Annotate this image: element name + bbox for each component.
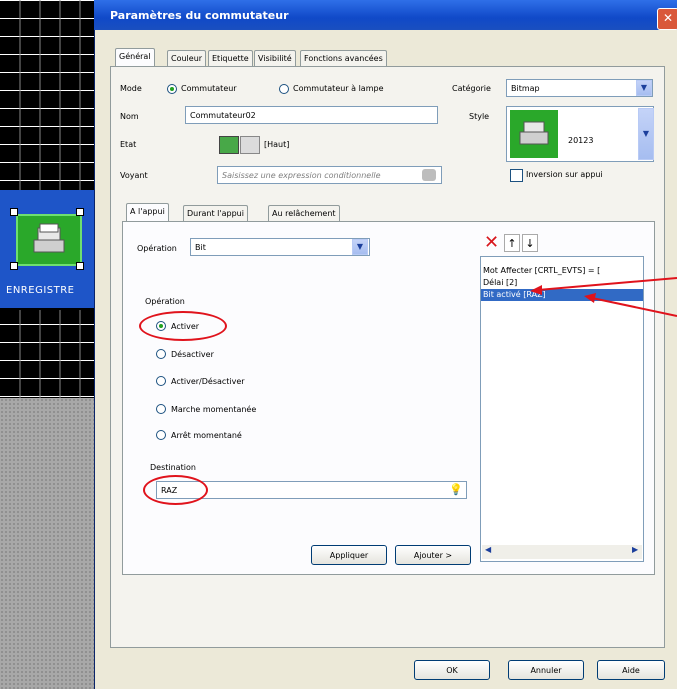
style-preview <box>510 110 558 158</box>
category-select[interactable]: Bitmap <box>506 79 653 97</box>
printer-icon <box>33 223 65 253</box>
switch-widget-icon[interactable] <box>16 214 82 266</box>
annotation-arrows <box>530 277 677 317</box>
radio-activer-desactiver[interactable] <box>156 376 166 386</box>
chevron-down-icon[interactable]: ▼ <box>352 239 368 255</box>
operation-type-label: Opération <box>137 244 177 253</box>
radio-desactiver[interactable] <box>156 349 166 359</box>
tab-general[interactable]: Général <box>115 48 155 67</box>
tab-couleur[interactable]: Couleur <box>167 50 207 67</box>
destination-label: Destination <box>150 463 196 472</box>
annotation-circle-destination <box>143 475 208 505</box>
tab-fonctions-avancees[interactable]: Fonctions avancées <box>300 50 387 67</box>
scroll-left-icon[interactable]: ◀ <box>485 545 491 554</box>
name-label: Nom <box>120 112 139 121</box>
chevron-down-icon[interactable]: ▼ <box>638 108 654 160</box>
widget-label: ENREGISTRE <box>6 285 75 296</box>
tab-visibilite[interactable]: Visibilité <box>254 50 296 67</box>
state-off-icon[interactable] <box>240 136 260 154</box>
operation-type-value: Bit <box>195 243 206 252</box>
close-icon: ✕ <box>662 11 674 25</box>
move-down-icon[interactable]: ↓ <box>522 234 538 252</box>
printer-icon <box>519 121 549 145</box>
mode-radio-lampe[interactable] <box>279 84 289 94</box>
expression-builder-icon[interactable] <box>422 169 436 181</box>
delete-icon[interactable]: ✕ <box>484 234 499 252</box>
category-value: Bitmap <box>511 84 540 93</box>
resize-handle-tr[interactable] <box>76 208 84 216</box>
category-label: Catégorie <box>452 84 491 93</box>
style-label: Style <box>469 112 490 121</box>
list-horizontal-scrollbar[interactable]: ◀ ▶ <box>482 545 642 559</box>
indicator-label: Voyant <box>120 171 148 180</box>
name-input[interactable]: Commutateur02 <box>185 106 438 124</box>
option-activer-desactiver: Activer/Désactiver <box>171 377 245 386</box>
option-marche-momentanee: Marche momentanée <box>171 405 257 414</box>
name-value: Commutateur02 <box>190 111 256 120</box>
scroll-right-icon[interactable]: ▶ <box>632 545 638 554</box>
dialog-title: Paramètres du commutateur <box>110 9 289 22</box>
resize-handle-br[interactable] <box>76 262 84 270</box>
annotation-circle-activer <box>139 311 227 341</box>
apply-button[interactable]: Appliquer <box>311 545 387 565</box>
option-arret-momentane: Arrêt momentané <box>171 431 242 440</box>
annotation-arrow-delay <box>537 277 677 291</box>
resize-handle-tl[interactable] <box>10 208 18 216</box>
mode-label: Mode <box>120 84 142 93</box>
arrow-head-icon <box>584 293 596 303</box>
invert-label: Inversion sur appui <box>526 170 603 179</box>
indicator-input[interactable]: Saisissez une expression conditionnelle <box>217 166 442 184</box>
chevron-down-icon[interactable]: ▼ <box>636 80 652 96</box>
style-value: 20123 <box>568 136 594 145</box>
option-desactiver: Désactiver <box>171 350 214 359</box>
indicator-placeholder: Saisissez une expression conditionnelle <box>222 171 381 180</box>
help-button[interactable]: Aide <box>597 660 665 680</box>
cancel-button[interactable]: Annuler <box>508 660 584 680</box>
tab-etiquette[interactable]: Etiquette <box>208 50 253 67</box>
mode-option-lampe: Commutateur à lampe <box>293 84 384 93</box>
subtab-durant-lappui[interactable]: Durant l'appui <box>183 205 248 222</box>
state-on-icon[interactable] <box>219 136 239 154</box>
invert-checkbox[interactable] <box>510 169 523 182</box>
radio-arret-momentane[interactable] <box>156 430 166 440</box>
ok-button[interactable]: OK <box>414 660 490 680</box>
move-up-icon[interactable]: ↑ <box>504 234 520 252</box>
arrow-head-icon <box>530 285 542 295</box>
radio-marche-momentanee[interactable] <box>156 404 166 414</box>
resize-handle-bl[interactable] <box>10 262 18 270</box>
operation-type-select[interactable]: Bit <box>190 238 370 256</box>
lightbulb-icon[interactable]: 💡 <box>449 484 463 496</box>
mode-option-commutateur: Commutateur <box>181 84 237 93</box>
state-label: Etat <box>120 140 137 149</box>
annotation-arrow-bit <box>591 297 677 317</box>
subtab-au-relachement[interactable]: Au relâchement <box>268 205 340 222</box>
close-button[interactable]: ✕ <box>657 8 677 30</box>
subtab-a-lappui[interactable]: A l'appui <box>126 203 169 222</box>
mode-radio-commutateur[interactable] <box>167 84 177 94</box>
add-button[interactable]: Ajouter > <box>395 545 471 565</box>
operation-group-label: Opération <box>145 297 185 306</box>
state-value: [Haut] <box>264 140 290 149</box>
editor-gray-area <box>0 398 100 689</box>
